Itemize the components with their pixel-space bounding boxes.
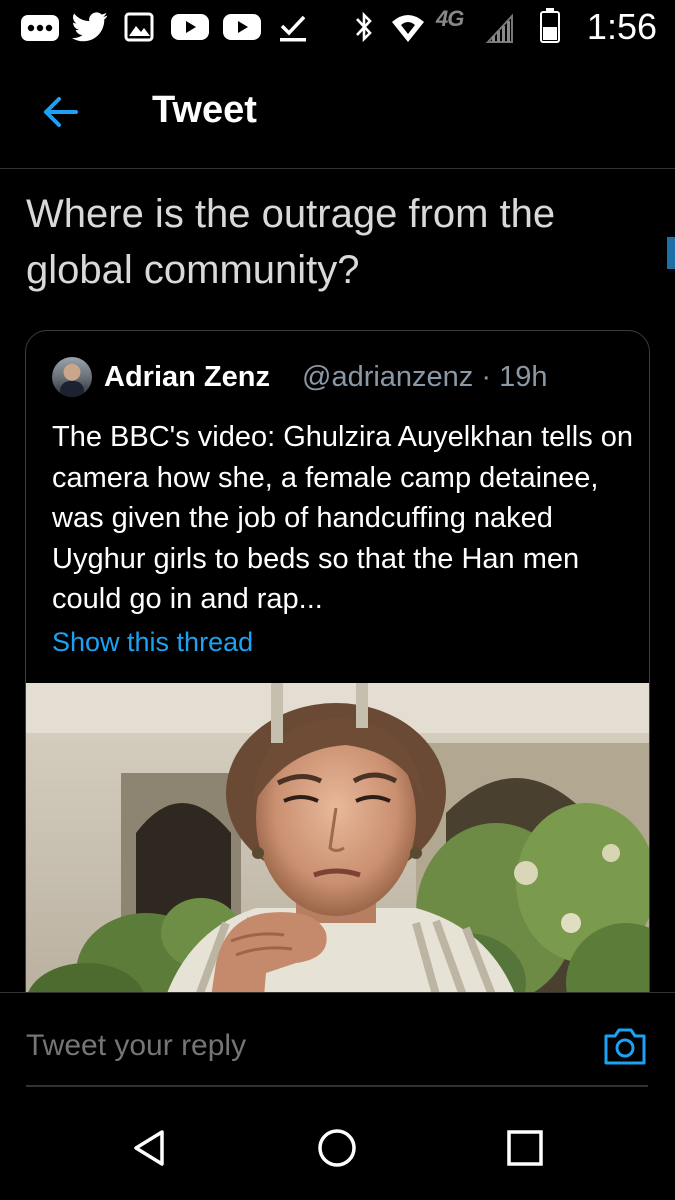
show-thread-link[interactable]: Show this thread xyxy=(52,627,253,658)
back-triangle-icon[interactable] xyxy=(128,1127,170,1169)
twitter-bird-icon xyxy=(72,12,108,42)
tweet-text: Where is the outrage from the global com… xyxy=(26,192,556,292)
more-notifications-icon xyxy=(21,15,59,41)
signal-icon xyxy=(486,14,513,43)
clock: 1:56 xyxy=(586,6,657,47)
camera-icon[interactable] xyxy=(603,1026,647,1066)
top-app-bar: Tweet xyxy=(0,56,675,169)
page-title: Tweet xyxy=(152,89,257,131)
recents-square-icon[interactable] xyxy=(504,1127,546,1169)
youtube-icon xyxy=(171,14,209,40)
quoted-tweet-text: The BBC's video: Ghulzira Auyelkhan tell… xyxy=(52,421,634,615)
network-type-label: 4G xyxy=(436,6,464,31)
quoted-tweet-card[interactable]: Adrian Zenz @adrianzenz · 19h The BBC's … xyxy=(25,330,650,1032)
reply-input[interactable] xyxy=(26,1029,566,1063)
network-4g-lte-icon: 4G xyxy=(436,6,486,40)
reply-divider xyxy=(26,1085,648,1087)
battery-icon xyxy=(540,8,560,43)
quoted-author-handle-time: @adrianzenz · 19h xyxy=(302,361,548,393)
bluetooth-icon xyxy=(356,11,372,43)
quoted-tweet-header: Adrian Zenz @adrianzenz · 19h xyxy=(52,357,632,397)
media-photo xyxy=(26,683,649,1031)
system-navigation-bar xyxy=(0,1095,675,1200)
image-icon xyxy=(124,12,154,42)
quoted-tweet-media[interactable] xyxy=(26,683,649,1031)
reply-bar xyxy=(0,992,675,1093)
checkmark-icon xyxy=(280,15,306,42)
avatar xyxy=(52,357,92,397)
wifi-icon xyxy=(392,15,424,42)
status-bar: 4G 1:56 xyxy=(0,0,675,56)
quoted-author-name: Adrian Zenz xyxy=(104,361,270,393)
home-circle-icon[interactable] xyxy=(316,1127,358,1169)
scroll-indicator xyxy=(667,237,675,269)
back-arrow-icon[interactable] xyxy=(38,90,82,134)
youtube-icon xyxy=(223,14,261,40)
